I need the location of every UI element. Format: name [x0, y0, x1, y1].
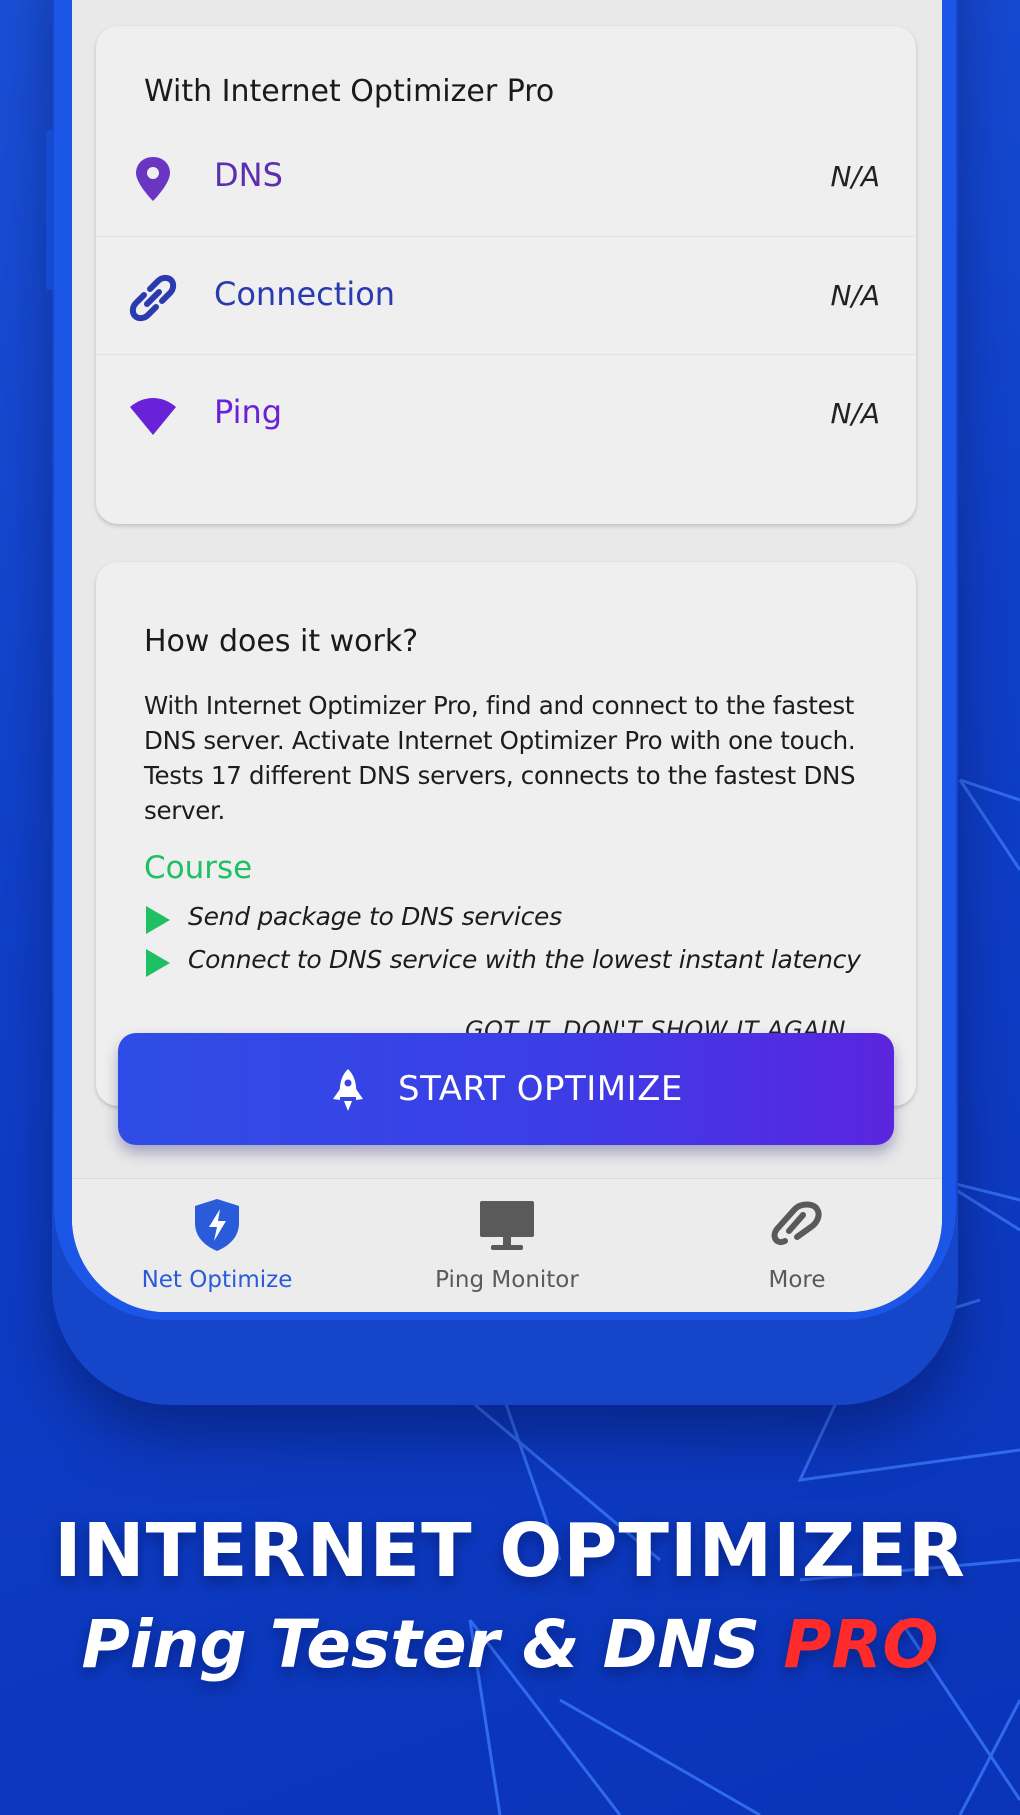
status-card-title: With Internet Optimizer Pro: [144, 74, 555, 109]
promo-subline: Ping Tester & DNS PRO: [0, 1606, 1020, 1683]
course-step-text: Connect to DNS service with the lowest i…: [188, 945, 861, 974]
connection-value: N/A: [830, 279, 880, 312]
course-step-text: Send package to DNS services: [188, 902, 562, 931]
connection-label: Connection: [214, 275, 396, 313]
bottom-tab-bar: Net Optimize Ping Monitor More: [72, 1178, 942, 1312]
how-it-works-title: How does it work?: [144, 624, 419, 659]
play-triangle-icon: [146, 949, 170, 977]
phone-screen: With Internet Optimizer Pro DNS N/A Conn…: [72, 0, 942, 1312]
promo-headline: INTERNET OPTIMIZER: [54, 1508, 966, 1594]
shield-bolt-icon: [195, 1199, 239, 1251]
monitor-icon: [480, 1201, 534, 1250]
promo-pro-accent: PRO: [783, 1606, 939, 1683]
wifi-icon: [130, 398, 176, 435]
how-it-works-card: How does it work? With Internet Optimize…: [96, 562, 916, 1106]
tab-more[interactable]: More: [652, 1179, 942, 1312]
rocket-icon: [333, 1069, 363, 1111]
tab-label: Ping Monitor: [435, 1267, 579, 1293]
dns-value: N/A: [830, 160, 880, 193]
status-row-ping: Ping N/A: [96, 354, 916, 473]
tab-label: More: [768, 1267, 826, 1293]
start-optimize-button[interactable]: START OPTIMIZE: [118, 1033, 894, 1145]
status-row-dns: DNS N/A: [96, 118, 916, 236]
dns-label: DNS: [214, 156, 283, 194]
course-step: Send package to DNS services: [144, 900, 904, 940]
tab-ping-monitor[interactable]: Ping Monitor: [362, 1179, 652, 1312]
optimizer-status-card: With Internet Optimizer Pro DNS N/A Conn…: [96, 26, 916, 524]
status-row-connection: Connection N/A: [96, 236, 916, 355]
location-pin-icon: [136, 157, 170, 201]
phone-volume-button: [46, 130, 54, 290]
play-triangle-icon: [146, 906, 170, 934]
tab-label: Net Optimize: [141, 1267, 293, 1293]
how-it-works-description: With Internet Optimizer Pro, find and co…: [144, 691, 856, 825]
ping-value: N/A: [830, 397, 880, 430]
link-chain-icon: [771, 1201, 822, 1245]
course-title: Course: [144, 850, 253, 886]
promo-subline-main: Ping Tester & DNS: [81, 1606, 761, 1683]
link-icon: [129, 274, 177, 322]
start-optimize-label: START OPTIMIZE: [398, 1069, 683, 1109]
course-step: Connect to DNS service with the lowest i…: [144, 943, 904, 983]
ping-label: Ping: [214, 393, 283, 431]
tab-net-optimize[interactable]: Net Optimize: [72, 1179, 362, 1312]
